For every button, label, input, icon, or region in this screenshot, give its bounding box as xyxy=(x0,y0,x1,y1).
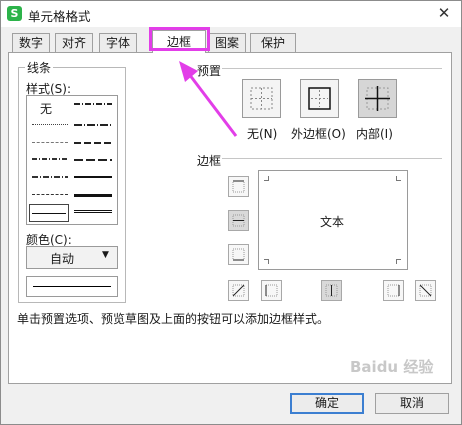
line-style-dash-dot[interactable] xyxy=(32,176,68,178)
border-left-button[interactable] xyxy=(261,280,282,301)
cancel-button[interactable]: 取消 xyxy=(375,393,449,414)
preview-text: 文本 xyxy=(320,215,345,229)
hint-text: 单击预置选项、预览草图及上面的按钮可以添加边框样式。 xyxy=(17,312,330,326)
preset-none-button[interactable] xyxy=(242,79,281,118)
annotation-arrow xyxy=(179,61,238,137)
border-inside-horizontal-icon xyxy=(232,214,245,227)
ok-button[interactable]: 确定 xyxy=(290,393,364,414)
tab-number[interactable]: 数字 xyxy=(12,33,50,53)
line-style-medium-dashed[interactable] xyxy=(74,159,112,161)
line-style-hair[interactable] xyxy=(32,124,68,125)
border-divider xyxy=(222,158,442,159)
no-border-icon xyxy=(250,87,273,110)
color-preview-stroke xyxy=(33,286,111,287)
preview-corner-mark xyxy=(264,259,269,264)
close-icon[interactable]: ✕ xyxy=(433,3,455,23)
preview-corner-mark xyxy=(264,176,269,181)
tab-highlight-box xyxy=(149,27,210,51)
diagonal-up-icon xyxy=(232,284,245,297)
tab-pattern[interactable]: 图案 xyxy=(208,33,246,53)
line-style-thin[interactable] xyxy=(32,213,66,214)
line-style-dotted[interactable] xyxy=(32,142,68,143)
preview-corner-mark xyxy=(396,176,401,181)
border-top-icon xyxy=(232,180,245,193)
dialog-title: 单元格格式 xyxy=(28,9,91,24)
preset-none-label: 无(N) xyxy=(247,127,278,141)
border-right-button[interactable] xyxy=(383,280,404,301)
preview-corner-mark xyxy=(396,259,401,264)
line-style-dash-dot-dot[interactable] xyxy=(32,158,68,160)
preset-inside-label: 内部(I) xyxy=(356,127,393,141)
preset-inside-button[interactable] xyxy=(358,79,397,118)
style-none[interactable]: 无 xyxy=(40,100,52,117)
border-inside-vertical-button[interactable] xyxy=(321,280,342,301)
watermark-logo: Baidu 经验 xyxy=(350,358,434,376)
tab-protection[interactable]: 保护 xyxy=(250,33,296,53)
line-style-medium[interactable] xyxy=(74,176,112,178)
tab-font[interactable]: 字体 xyxy=(99,33,137,53)
color-value: 自动 xyxy=(50,252,75,266)
chevron-down-icon[interactable]: ▼ xyxy=(102,250,109,260)
outline-border-icon xyxy=(308,87,331,110)
border-diagonal-down-button[interactable] xyxy=(415,280,436,301)
line-style-double[interactable] xyxy=(74,210,112,213)
line-style-thick[interactable] xyxy=(74,194,112,197)
line-style-medium-dash-dot[interactable] xyxy=(74,142,112,144)
preset-outline-label: 外边框(O) xyxy=(291,127,346,141)
border-bottom-button[interactable] xyxy=(228,244,249,265)
border-bottom-icon xyxy=(232,248,245,261)
border-left-icon xyxy=(265,284,278,297)
border-top-button[interactable] xyxy=(228,176,249,197)
inside-border-icon xyxy=(365,86,390,111)
diagonal-down-icon xyxy=(419,284,432,297)
line-style-medium-dash-dot-dot[interactable] xyxy=(74,103,112,105)
border-diagonal-up-button[interactable] xyxy=(228,280,249,301)
border-inside-vertical-icon xyxy=(325,284,338,297)
border-legend: 边框 xyxy=(197,154,222,168)
line-group-legend: 线条 xyxy=(25,59,54,76)
line-style-slanted-dash-dot[interactable] xyxy=(74,124,112,126)
preset-divider xyxy=(222,68,442,69)
wps-app-icon: S xyxy=(7,6,22,21)
border-right-icon xyxy=(387,284,400,297)
border-inside-horizontal-button[interactable] xyxy=(228,210,249,231)
tab-alignment[interactable]: 对齐 xyxy=(55,33,93,53)
line-style-dashed[interactable] xyxy=(32,194,68,195)
preset-outline-button[interactable] xyxy=(300,79,339,118)
